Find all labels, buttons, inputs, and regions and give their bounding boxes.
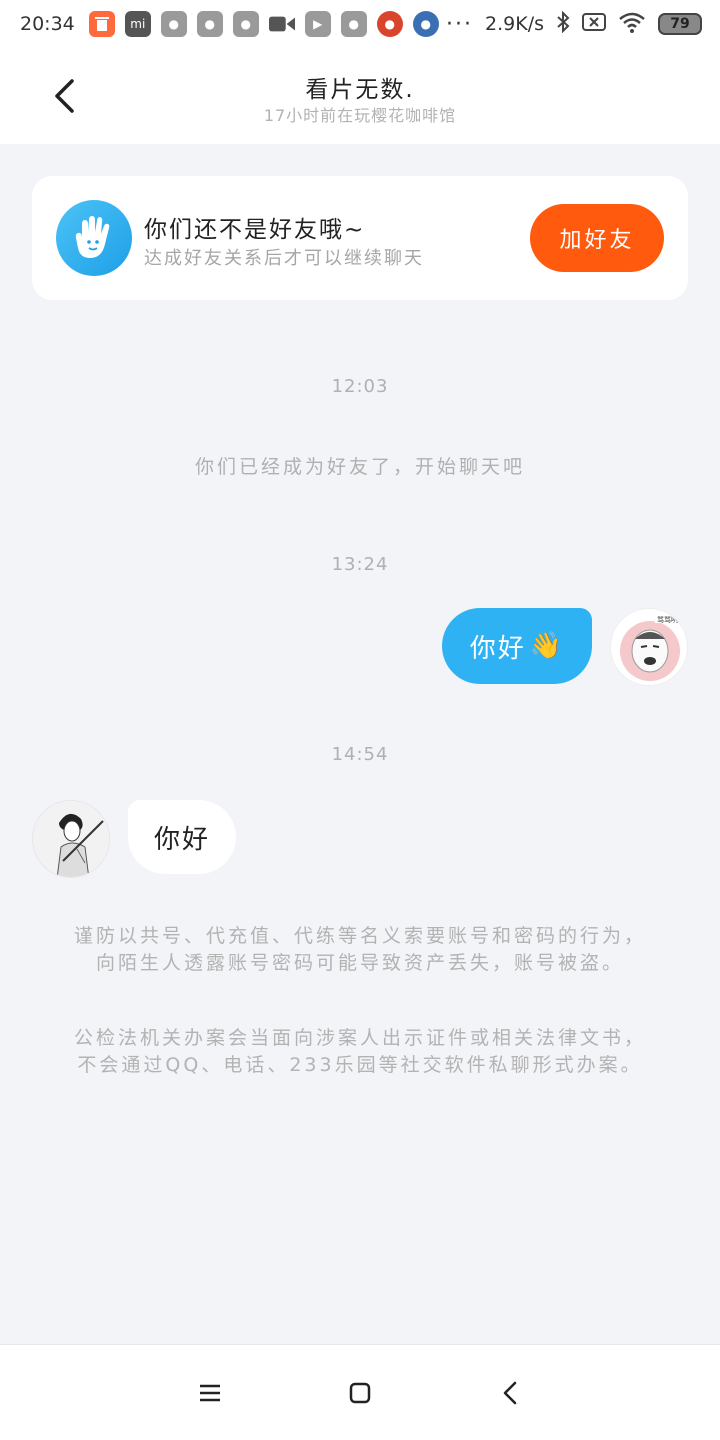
home-button[interactable] <box>342 1375 378 1411</box>
contact-avatar[interactable] <box>32 800 110 878</box>
waving-hand-emoji: 👋 <box>529 631 565 661</box>
menu-button[interactable] <box>192 1375 228 1411</box>
timestamp: 13:24 <box>331 554 389 575</box>
video-icon <box>268 11 295 37</box>
blue-app-icon: ● <box>412 11 439 37</box>
security-notice: 公检法机关办案会当面向涉案人出示证件或相关法律文书，不会通过QQ、电话、233乐… <box>73 1027 646 1076</box>
mi-app-icon: mi <box>124 11 151 37</box>
my-message-bubble[interactable]: 你好 👋 <box>442 608 592 684</box>
status-time: 20:34 <box>20 13 75 35</box>
app-icon: ● <box>196 11 223 37</box>
more-dots: ··· <box>446 11 474 37</box>
add-friend-button[interactable]: 加好友 <box>530 204 664 272</box>
home-square-icon <box>349 1382 371 1404</box>
chevron-left-icon <box>503 1381 517 1405</box>
trash-app-icon <box>88 11 115 37</box>
network-speed: 2.9K/s <box>485 13 544 35</box>
app-icon: ● <box>160 11 187 37</box>
chat-header: 看片无数. 17小时前在玩樱花咖啡馆 <box>0 48 720 144</box>
app-icon: ● <box>340 11 367 37</box>
system-back-button[interactable] <box>492 1375 528 1411</box>
friend-card-subtitle: 达成好友关系后才可以继续聊天 <box>144 248 424 269</box>
sim-icon <box>582 12 606 37</box>
page-subtitle: 17小时前在玩樱花咖啡馆 <box>263 106 457 125</box>
status-right: ··· 2.9K/s 79 <box>446 10 702 38</box>
add-friend-card: 你们还不是好友哦~ 达成好友关系后才可以继续聊天 加好友 <box>32 176 688 300</box>
play-app-icon: ▶ <box>304 11 331 37</box>
status-bar: 20:34 mi ● ● ● ▶ ● ● ● ··· 2.9K/s 79 <box>0 0 720 48</box>
friend-card-title: 你们还不是好友哦~ <box>144 217 366 243</box>
red-app-icon: ● <box>376 11 403 37</box>
timestamp: 14:54 <box>331 744 389 765</box>
my-avatar[interactable]: 骂骂咧 <box>610 608 688 686</box>
svg-text:骂骂咧: 骂骂咧 <box>657 615 678 624</box>
system-message: 你们已经成为好友了，开始聊天吧 <box>194 456 525 478</box>
hand-wave-icon <box>56 200 132 276</box>
battery-icon: 79 <box>658 13 702 35</box>
menu-icon <box>200 1384 220 1402</box>
security-notice: 谨防以共号、代充值、代练等名义索要账号和密码的行为，向陌生人透露账号密码可能导致… <box>73 925 646 974</box>
status-left: 20:34 mi ● ● ● ▶ ● ● ● <box>20 11 439 37</box>
wifi-icon <box>618 11 646 38</box>
timestamp: 12:03 <box>331 376 389 397</box>
system-nav-bar <box>0 1344 720 1440</box>
message-text: 你好 <box>469 633 526 664</box>
contact-message-bubble[interactable]: 你好 <box>128 800 236 874</box>
bluetooth-icon <box>556 10 570 38</box>
app-icon: ● <box>232 11 259 37</box>
page-title[interactable]: 看片无数. <box>0 70 720 104</box>
